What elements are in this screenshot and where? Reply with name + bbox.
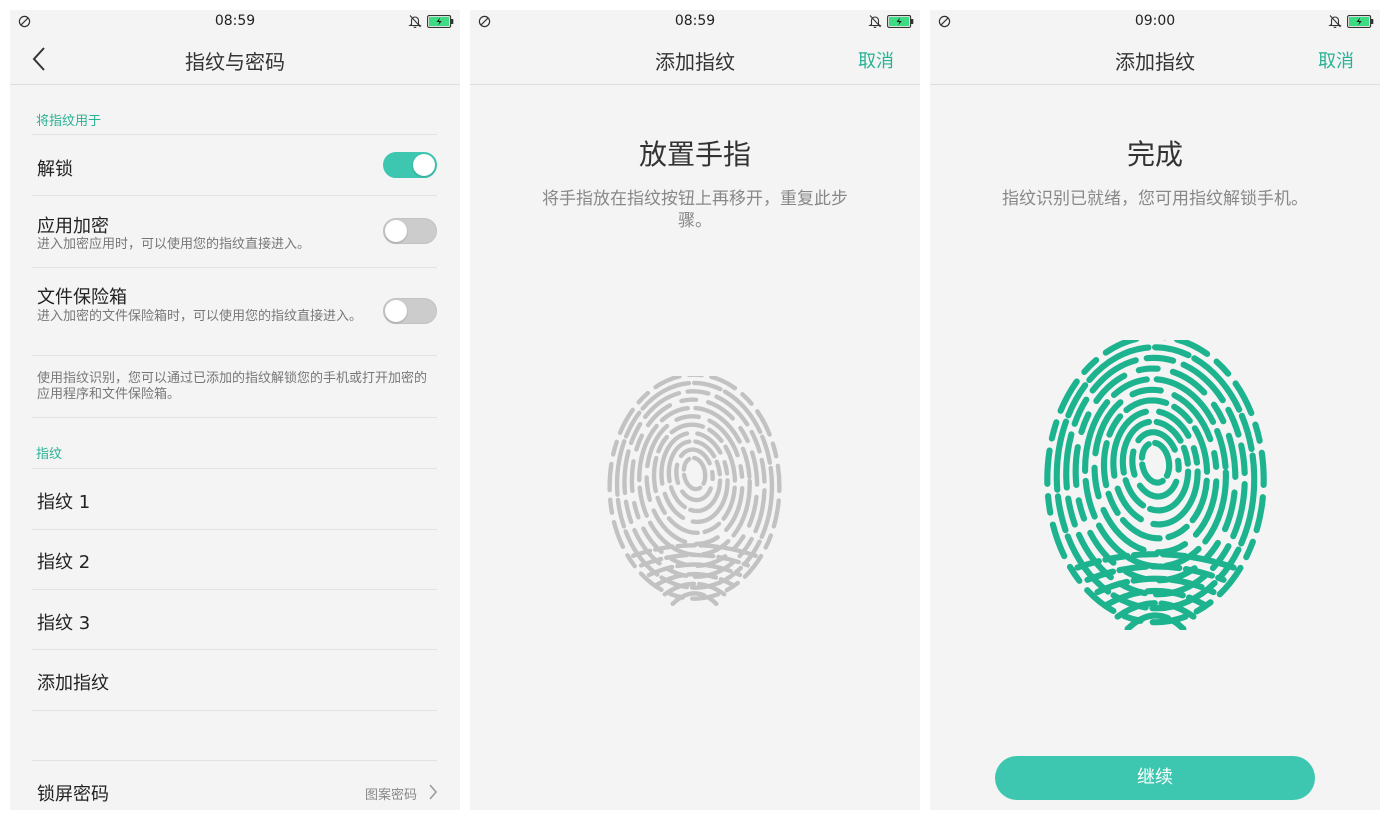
- divider: [32, 760, 437, 761]
- toggle-knob: [413, 154, 435, 176]
- battery-charging-icon: [887, 15, 914, 28]
- status-bar: 08:59: [10, 10, 460, 34]
- battery-charging-icon: [1347, 15, 1374, 28]
- file-safe-toggle[interactable]: [383, 298, 437, 324]
- divider: [32, 355, 437, 356]
- page-title: 添加指纹: [1115, 50, 1195, 74]
- bell-muted-icon: [1328, 15, 1342, 28]
- file-safe-description: 进入加密的文件保险箱时，可以使用您的指纹直接进入。: [37, 309, 363, 324]
- fingerprint-complete-screen: 09:00 添加指纹 取消 完成 指纹识别已就绪，您可用指纹解锁手机。 继续: [930, 10, 1380, 810]
- lock-password-value: 图案密码: [364, 788, 417, 803]
- fingerprint-settings-screen: 08:59 指纹与密码 将指纹用于 解锁 应用加密 进入加密应用时，可以使用您的…: [10, 10, 460, 810]
- battery-charging-icon: [427, 15, 454, 28]
- divider: [32, 710, 437, 711]
- lock-password-label[interactable]: 锁屏密码: [37, 780, 109, 806]
- fingerprint-complete-icon: [1044, 340, 1267, 630]
- app-encryption-toggle[interactable]: [383, 218, 437, 244]
- step-instruction: 将手指放在指纹按钮上再移开，重复此步骤。: [542, 189, 848, 231]
- divider: [32, 649, 437, 650]
- bell-muted-icon: [868, 15, 882, 28]
- unlock-label: 解锁: [37, 159, 73, 180]
- page-title: 指纹与密码: [185, 50, 285, 74]
- divider: [32, 267, 437, 268]
- continue-button[interactable]: 继续: [995, 756, 1315, 800]
- divider: [32, 417, 437, 418]
- toggle-knob: [385, 220, 407, 242]
- fingerprint-icon: [607, 376, 782, 606]
- step-instruction: 指纹识别已就绪，您可用指纹解锁手机。: [1002, 189, 1308, 209]
- title-bar: 指纹与密码: [10, 34, 460, 85]
- app-encryption-description: 进入加密应用时，可以使用您的指纹直接进入。: [37, 237, 311, 252]
- status-bar: 08:59: [470, 10, 920, 34]
- title-bar: 添加指纹 取消: [470, 34, 920, 85]
- step-title: 完成: [1126, 138, 1183, 171]
- fingerprint-note: 使用指纹识别，您可以通过已添加的指纹解锁您的手机或打开加密的应用程序和文件保险箱…: [37, 371, 428, 402]
- file-safe-label: 文件保险箱: [37, 287, 127, 308]
- divider: [32, 468, 437, 469]
- section-heading-use-for: 将指纹用于: [36, 114, 102, 129]
- fingerprint-item-3[interactable]: 指纹 3: [37, 609, 90, 635]
- status-time: 09:00: [1134, 13, 1176, 29]
- fingerprint-item-1[interactable]: 指纹 1: [37, 488, 90, 514]
- add-fingerprint-screen: 08:59 添加指纹 取消 放置手指 将手指放在指纹按钮上再移开，重复此步骤。: [470, 10, 920, 810]
- status-time: 08:59: [214, 13, 256, 29]
- chevron-right-icon: [429, 784, 437, 800]
- bell-muted-icon: [408, 15, 422, 28]
- toggle-knob: [385, 300, 407, 322]
- page-title: 添加指纹: [655, 50, 735, 74]
- add-fingerprint-item[interactable]: 添加指纹: [37, 669, 109, 695]
- app-encryption-label: 应用加密: [37, 216, 109, 237]
- step-title: 放置手指: [638, 138, 751, 171]
- divider: [32, 529, 437, 530]
- status-bar: 09:00: [930, 10, 1380, 34]
- divider: [32, 195, 437, 196]
- section-heading-fingerprints: 指纹: [36, 447, 63, 462]
- title-bar: 添加指纹 取消: [930, 34, 1380, 85]
- divider: [32, 589, 437, 590]
- cancel-button[interactable]: 取消: [1318, 47, 1354, 73]
- unlock-toggle[interactable]: [383, 152, 437, 178]
- divider: [32, 134, 437, 135]
- status-time: 08:59: [674, 13, 716, 29]
- fingerprint-item-2[interactable]: 指纹 2: [37, 548, 90, 574]
- cancel-button[interactable]: 取消: [858, 47, 894, 73]
